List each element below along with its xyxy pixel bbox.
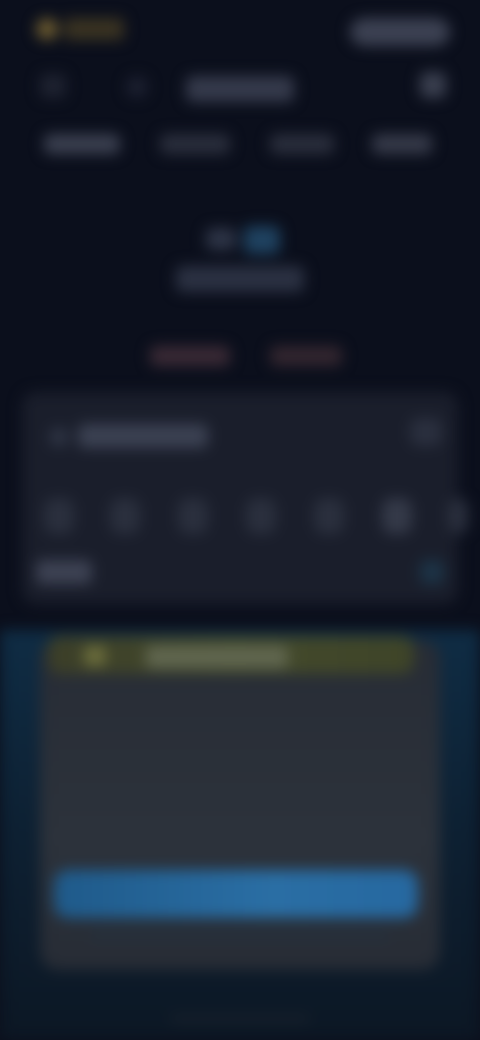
- card-action-button[interactable]: [410, 418, 442, 446]
- primary-cta-button[interactable]: [54, 870, 418, 918]
- card-title-icon: [50, 428, 68, 446]
- card-footer-icon[interactable]: [420, 560, 444, 584]
- back-icon[interactable]: [40, 74, 66, 98]
- tab-1[interactable]: [44, 134, 120, 154]
- tab-4[interactable]: [372, 134, 432, 154]
- bottom-sheet: [40, 640, 440, 970]
- cta-subtext: [90, 930, 390, 940]
- day-item[interactable]: [110, 498, 140, 534]
- day-item[interactable]: [246, 498, 276, 534]
- day-item[interactable]: [448, 498, 468, 534]
- day-item[interactable]: [44, 498, 74, 534]
- logo-icon: [36, 18, 58, 40]
- hero-label: [176, 266, 304, 292]
- day-item[interactable]: [314, 498, 344, 534]
- banner-text: [146, 646, 288, 668]
- card-footer-label: [36, 560, 92, 584]
- hero-meta-2: [270, 346, 342, 366]
- top-right-pill-button[interactable]: [350, 18, 450, 46]
- logo-text: [64, 18, 124, 40]
- sun-icon: [84, 646, 106, 666]
- tab-3[interactable]: [270, 134, 334, 154]
- settings-icon[interactable]: [420, 72, 446, 98]
- day-item[interactable]: [178, 498, 208, 534]
- day-item[interactable]: [382, 498, 412, 534]
- tab-2[interactable]: [160, 134, 230, 154]
- menu-icon[interactable]: [126, 76, 148, 98]
- home-indicator: [170, 1016, 310, 1022]
- page-title: [186, 76, 294, 102]
- hero-right-icon: [244, 226, 280, 254]
- card-title: [78, 424, 208, 448]
- hero-meta-1: [150, 346, 230, 366]
- hero-left-icon: [206, 228, 236, 250]
- blurred-screen: [0, 0, 480, 1040]
